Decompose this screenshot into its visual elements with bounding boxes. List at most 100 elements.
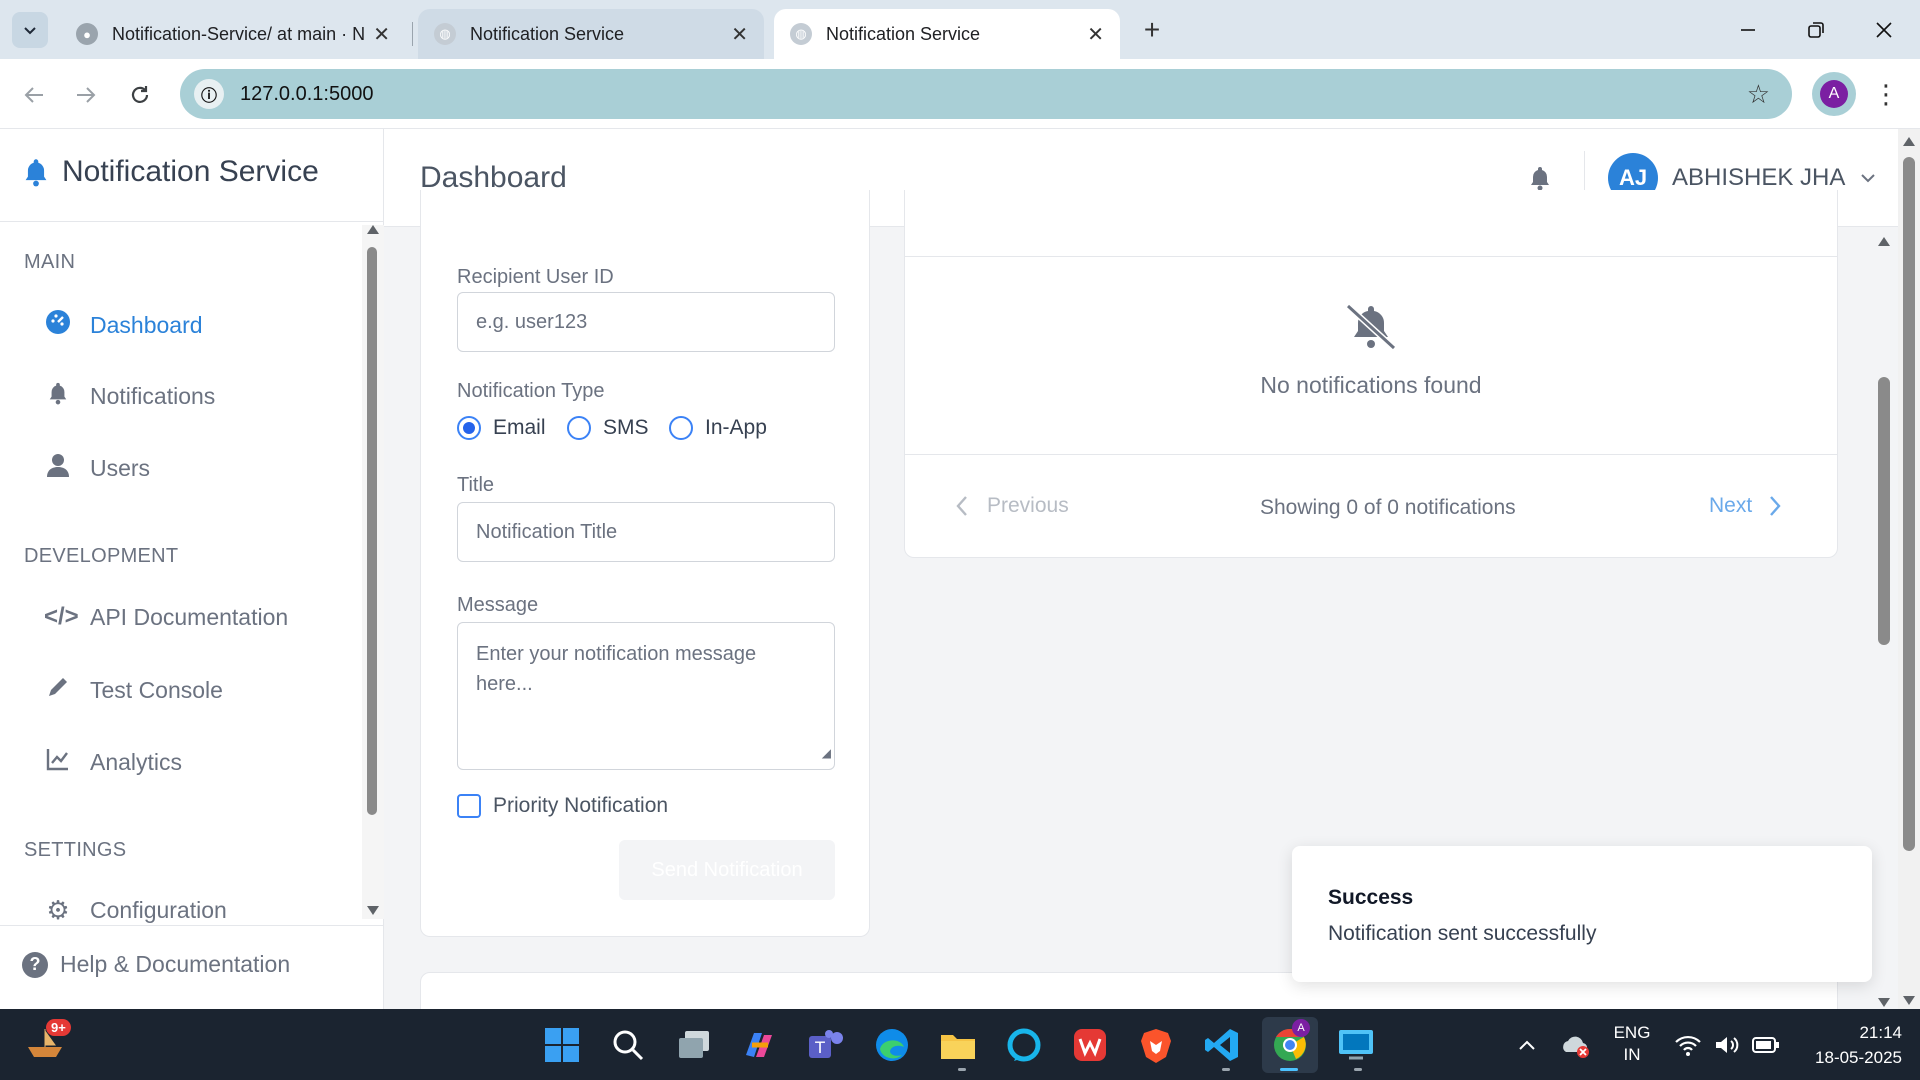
onedrive-tray-icon[interactable] — [1560, 1032, 1592, 1060]
recipient-input[interactable]: e.g. user123 — [457, 292, 835, 352]
chrome-profile-badge: A — [1292, 1019, 1310, 1037]
sidebar-scrollbar[interactable] — [362, 225, 384, 919]
scrollbar-thumb[interactable] — [1903, 157, 1915, 851]
content-scrollbar[interactable] — [1874, 227, 1894, 1009]
copilot-icon — [746, 1033, 772, 1057]
file-explorer-taskbar-icon[interactable] — [938, 1025, 978, 1065]
scroll-down-arrow[interactable] — [367, 906, 379, 915]
bell-icon — [44, 381, 72, 411]
radio-in-app[interactable]: In-App — [669, 416, 767, 440]
scroll-down-arrow[interactable] — [1903, 996, 1915, 1005]
windows-icon — [545, 1028, 579, 1062]
close-icon[interactable]: ✕ — [373, 22, 390, 47]
sidebar-item-notifications[interactable]: Notifications — [44, 381, 215, 411]
volume-icon — [1716, 1037, 1739, 1053]
previous-button[interactable]: Previous — [955, 494, 1069, 518]
sidebar-divider — [0, 221, 384, 222]
priority-checkbox-box[interactable] — [457, 794, 481, 818]
browser-menu-button[interactable]: ⋮ — [1873, 77, 1899, 111]
alexa-taskbar-icon[interactable] — [1004, 1025, 1044, 1065]
radio-in-app-control[interactable] — [669, 416, 693, 440]
resize-handle-icon[interactable]: ◢ — [822, 738, 831, 768]
brave-taskbar-icon[interactable] — [1136, 1025, 1176, 1065]
scroll-up-arrow[interactable] — [1878, 237, 1890, 246]
radio-email[interactable]: Email — [457, 416, 546, 440]
start-button[interactable] — [542, 1025, 582, 1065]
back-button[interactable] — [18, 79, 50, 111]
radio-sms-label: SMS — [603, 416, 649, 439]
close-icon[interactable]: ✕ — [1087, 22, 1104, 47]
address-bar[interactable]: ⓘ 127.0.0.1:5000 ☆ — [180, 69, 1792, 119]
browser-tab-notification-active[interactable]: ◍ Notification Service ✕ — [774, 9, 1120, 59]
search-button[interactable] — [608, 1025, 648, 1065]
radio-sms[interactable]: SMS — [567, 416, 649, 440]
scroll-down-arrow[interactable] — [1878, 998, 1890, 1007]
radio-email-control[interactable] — [457, 416, 481, 440]
success-toast[interactable]: Success Notification sent successfully — [1292, 846, 1872, 982]
radio-sms-control[interactable] — [567, 416, 591, 440]
scroll-up-arrow[interactable] — [367, 225, 379, 234]
wifi-icon — [1675, 1035, 1701, 1056]
sidebar-item-test-console[interactable]: Test Console — [44, 675, 223, 705]
chevron-right-icon — [1770, 496, 1781, 516]
close-window-button[interactable] — [1866, 12, 1902, 48]
scrollbar-thumb[interactable] — [367, 247, 377, 815]
language-code: ENG — [1613, 1023, 1651, 1042]
new-tab-button[interactable]: + — [1134, 12, 1170, 48]
quick-settings-button[interactable] — [1674, 1030, 1780, 1060]
copilot-taskbar-icon[interactable] — [740, 1025, 780, 1065]
close-icon[interactable]: ✕ — [731, 22, 748, 47]
running-indicator-active — [1280, 1068, 1298, 1071]
message-textarea[interactable]: Enter your notification message here... … — [457, 622, 835, 770]
tab-search-button[interactable] — [12, 12, 48, 48]
teams-taskbar-icon[interactable]: T — [806, 1025, 846, 1065]
browser-tab-strip: ● Notification-Service/ at main · N ✕ ◍ … — [0, 0, 1920, 59]
tray-overflow-button[interactable] — [1514, 1030, 1540, 1060]
sidebar-item-configuration[interactable]: ⚙ Configuration — [44, 895, 227, 926]
next-button[interactable]: Next — [1709, 494, 1782, 518]
sidebar-item-dashboard[interactable]: Dashboard — [44, 309, 203, 341]
scroll-up-arrow[interactable] — [1903, 137, 1915, 146]
sidebar-item-analytics[interactable]: Analytics — [44, 747, 182, 777]
sidebar-item-label: Configuration — [90, 897, 227, 923]
search-icon — [613, 1030, 644, 1061]
tab-label: Notification Service — [826, 23, 981, 44]
window-scrollbar[interactable] — [1898, 129, 1920, 1009]
brand[interactable]: Notification Service — [22, 155, 319, 189]
help-documentation-link[interactable]: ? Help & Documentation — [22, 951, 290, 978]
sidebar-item-users[interactable]: Users — [44, 453, 150, 483]
wps-taskbar-icon[interactable] — [1070, 1025, 1110, 1065]
restore-button[interactable] — [1798, 12, 1834, 48]
title-input[interactable]: Notification Title — [457, 502, 835, 562]
send-notification-button[interactable]: Send Notification — [619, 840, 835, 900]
site-info-icon[interactable]: ⓘ — [194, 79, 224, 109]
help-icon: ? — [22, 951, 48, 978]
edge-taskbar-icon[interactable] — [872, 1025, 912, 1065]
help-label: Help & Documentation — [60, 951, 291, 977]
send-label: Send Notification — [651, 858, 803, 881]
vscode-taskbar-icon[interactable] — [1202, 1025, 1242, 1065]
forward-button[interactable] — [70, 79, 102, 111]
url-text[interactable]: 127.0.0.1:5000 — [240, 83, 373, 106]
bell-icon — [1531, 167, 1549, 191]
bookmark-star-icon[interactable]: ☆ — [1747, 79, 1770, 110]
chrome-taskbar-icon[interactable]: A — [1270, 1019, 1310, 1065]
rdp-taskbar-icon[interactable] — [1336, 1025, 1376, 1065]
profile-button[interactable]: A — [1812, 72, 1856, 116]
pencil-icon — [44, 675, 72, 705]
scrollbar-thumb[interactable] — [1878, 377, 1890, 645]
reload-button[interactable] — [124, 79, 156, 111]
language-indicator[interactable]: ENG IN — [1604, 1022, 1660, 1066]
browser-tab-github[interactable]: ● Notification-Service/ at main · N ✕ — [60, 9, 406, 59]
bell-icon — [25, 159, 47, 187]
clock[interactable]: 21:14 18-05-2025 — [1792, 1020, 1902, 1070]
minimize-button[interactable] — [1730, 12, 1766, 48]
sidebar-item-api-documentation[interactable]: </> API Documentation — [44, 603, 288, 631]
arrow-right-icon — [77, 87, 96, 103]
task-view-button[interactable] — [674, 1025, 714, 1065]
remote-desktop-icon — [1339, 1030, 1373, 1060]
browser-tab-notification-1[interactable]: ◍ Notification Service ✕ — [418, 9, 764, 59]
brand-name: Notification Service — [62, 155, 319, 188]
priority-checkbox[interactable]: Priority Notification — [457, 794, 668, 818]
widgets-button[interactable]: 9+ — [24, 1019, 72, 1065]
